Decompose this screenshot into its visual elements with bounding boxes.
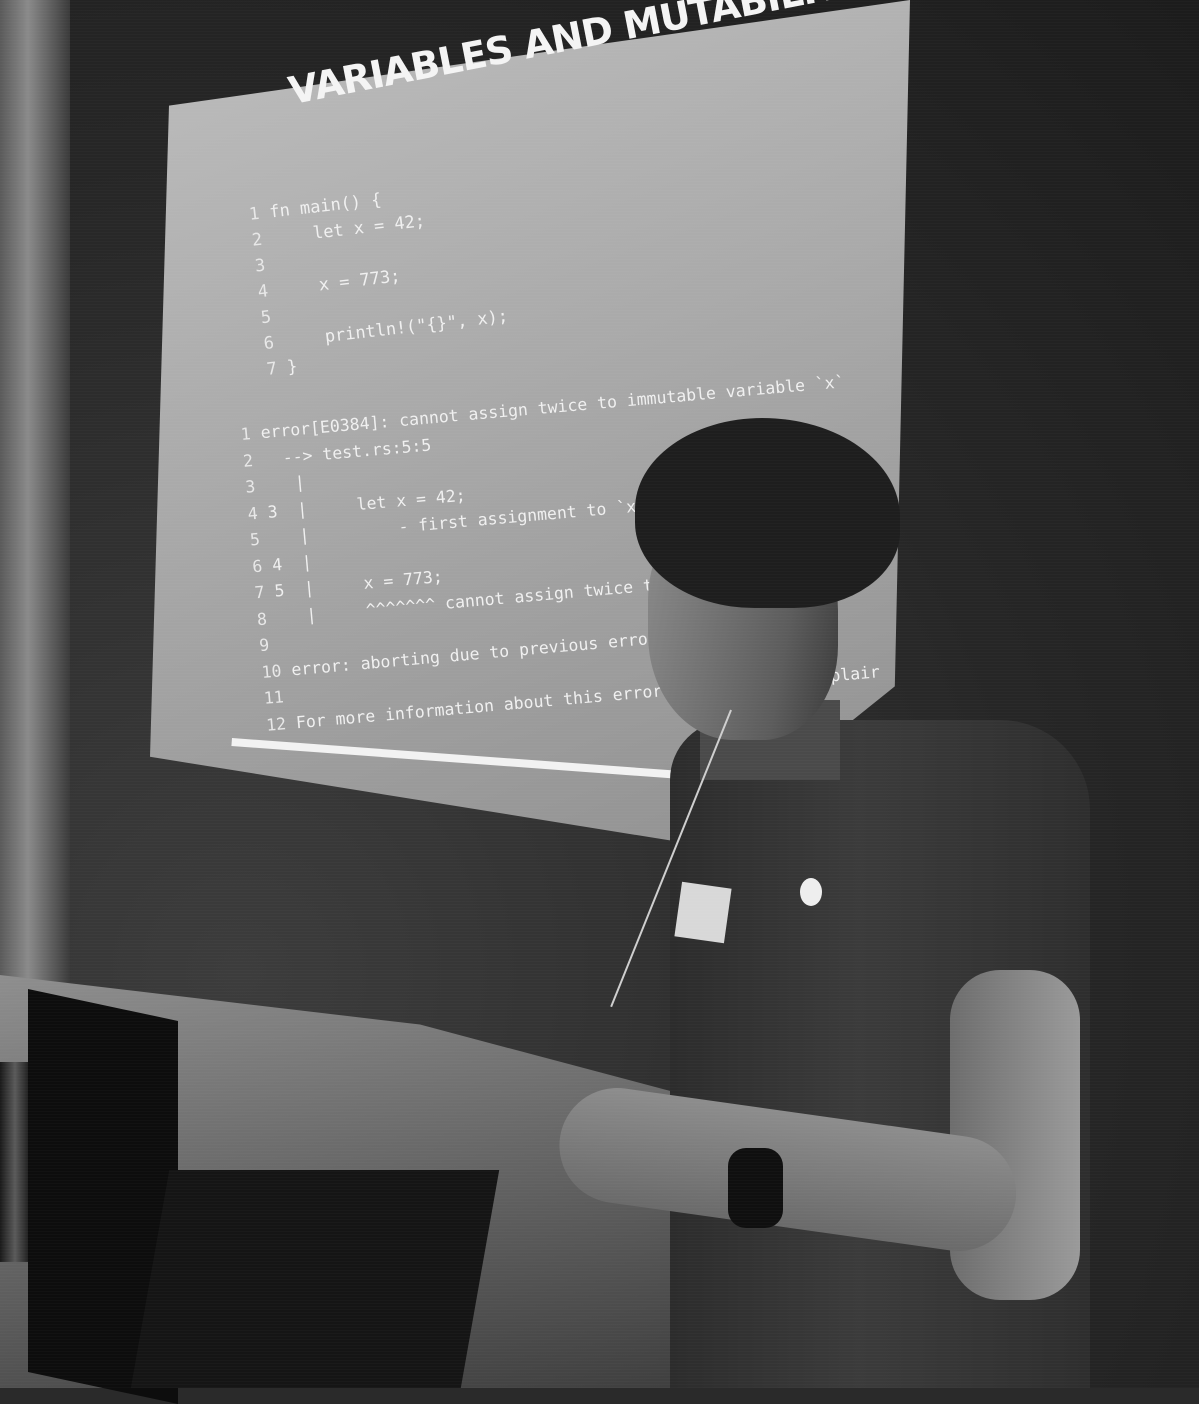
code-line: 5 (260, 306, 283, 328)
presenter-hair (635, 418, 900, 608)
line-text (268, 634, 280, 654)
code-line: 11 (263, 686, 294, 708)
line-text (264, 254, 276, 275)
line-number: 12 (265, 713, 287, 735)
watch-icon (728, 1148, 783, 1228)
line-text (283, 686, 295, 706)
presenter (551, 410, 1199, 1388)
code-line: 9 (258, 634, 279, 655)
laptop-keyboard (130, 1170, 500, 1388)
cup (0, 1062, 30, 1262)
line-text: } (275, 356, 299, 379)
line-number: 10 (260, 660, 283, 682)
photo-scene: VARIABLES AND MUTABILITY 1 fn main() {2 … (0, 0, 1199, 1404)
name-badge (674, 881, 732, 944)
shirt-logo-icon (800, 878, 822, 906)
line-text (270, 306, 282, 327)
code-line: 3 (254, 254, 277, 277)
presenter-arm (950, 970, 1080, 1300)
window-light (0, 0, 70, 990)
line-number: 11 (263, 687, 285, 708)
code-line: 7 } (266, 357, 299, 380)
